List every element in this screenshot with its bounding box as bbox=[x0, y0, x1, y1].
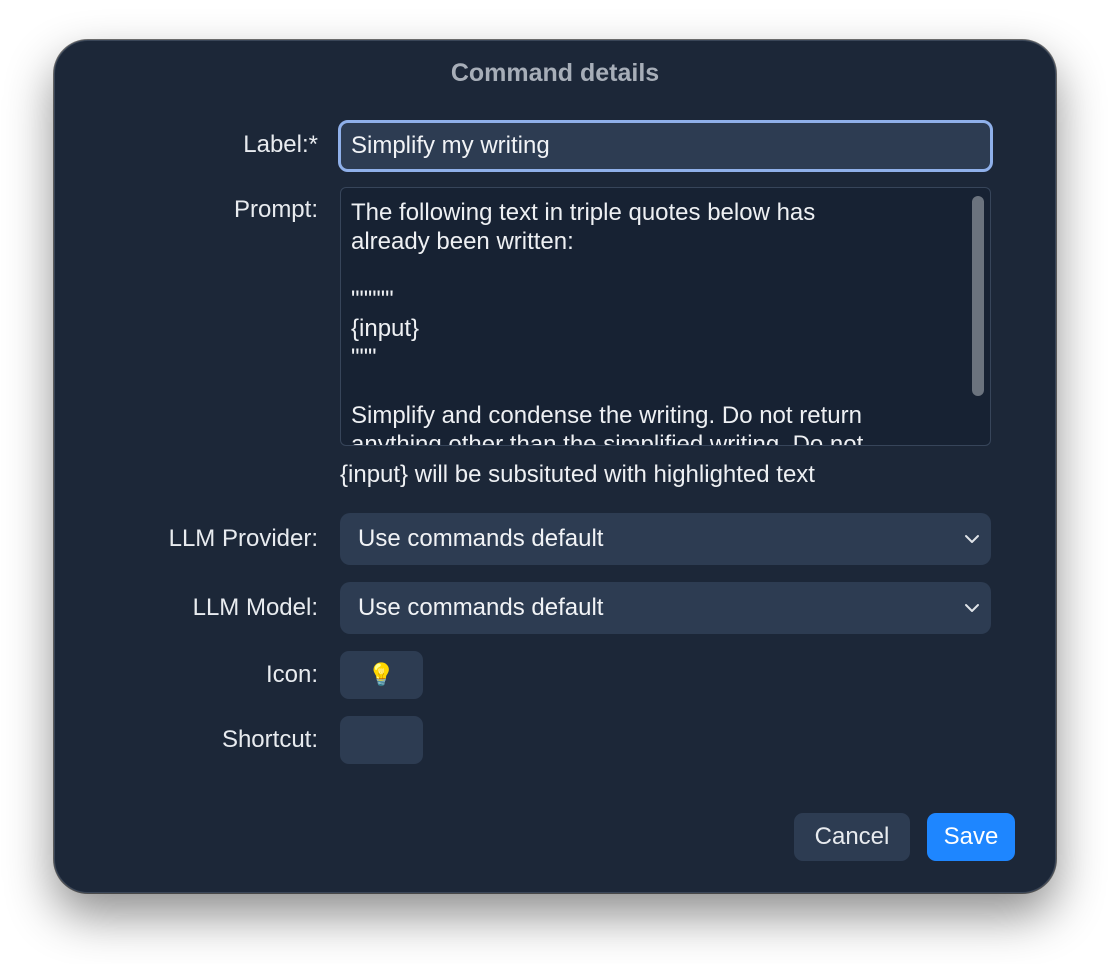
model-select[interactable]: Use commands default bbox=[340, 582, 991, 634]
icon-caption: Icon: bbox=[265, 661, 318, 688]
chevron-down-icon bbox=[965, 535, 979, 543]
prompt-text: The following text in triple quotes belo… bbox=[351, 199, 864, 446]
save-button[interactable]: Save bbox=[927, 813, 1015, 861]
provider-caption: LLM Provider: bbox=[168, 525, 318, 552]
model-selected-value: Use commands default bbox=[358, 594, 604, 621]
dialog-title: Command details bbox=[450, 59, 660, 87]
shortcut-caption: Shortcut: bbox=[221, 726, 318, 753]
prompt-textarea[interactable]: The following text in triple quotes belo… bbox=[340, 187, 991, 446]
icon-picker-button[interactable]: 💡 bbox=[340, 651, 423, 699]
label-input[interactable] bbox=[338, 120, 993, 172]
prompt-hint: {input} will be subsituted with highligh… bbox=[340, 461, 815, 488]
cancel-button[interactable]: Cancel bbox=[794, 813, 910, 861]
chevron-down-icon bbox=[965, 604, 979, 612]
prompt-scrollbar[interactable] bbox=[972, 196, 984, 396]
prompt-caption: Prompt: bbox=[233, 196, 318, 223]
lightbulb-icon: 💡 bbox=[367, 662, 396, 687]
provider-select[interactable]: Use commands default bbox=[340, 513, 991, 565]
label-caption: Label:* bbox=[243, 131, 318, 158]
provider-selected-value: Use commands default bbox=[358, 525, 604, 552]
shortcut-recorder[interactable] bbox=[340, 716, 423, 764]
model-caption: LLM Model: bbox=[192, 594, 318, 621]
command-details-dialog: Command details Label:* Prompt: The foll… bbox=[54, 40, 1056, 893]
